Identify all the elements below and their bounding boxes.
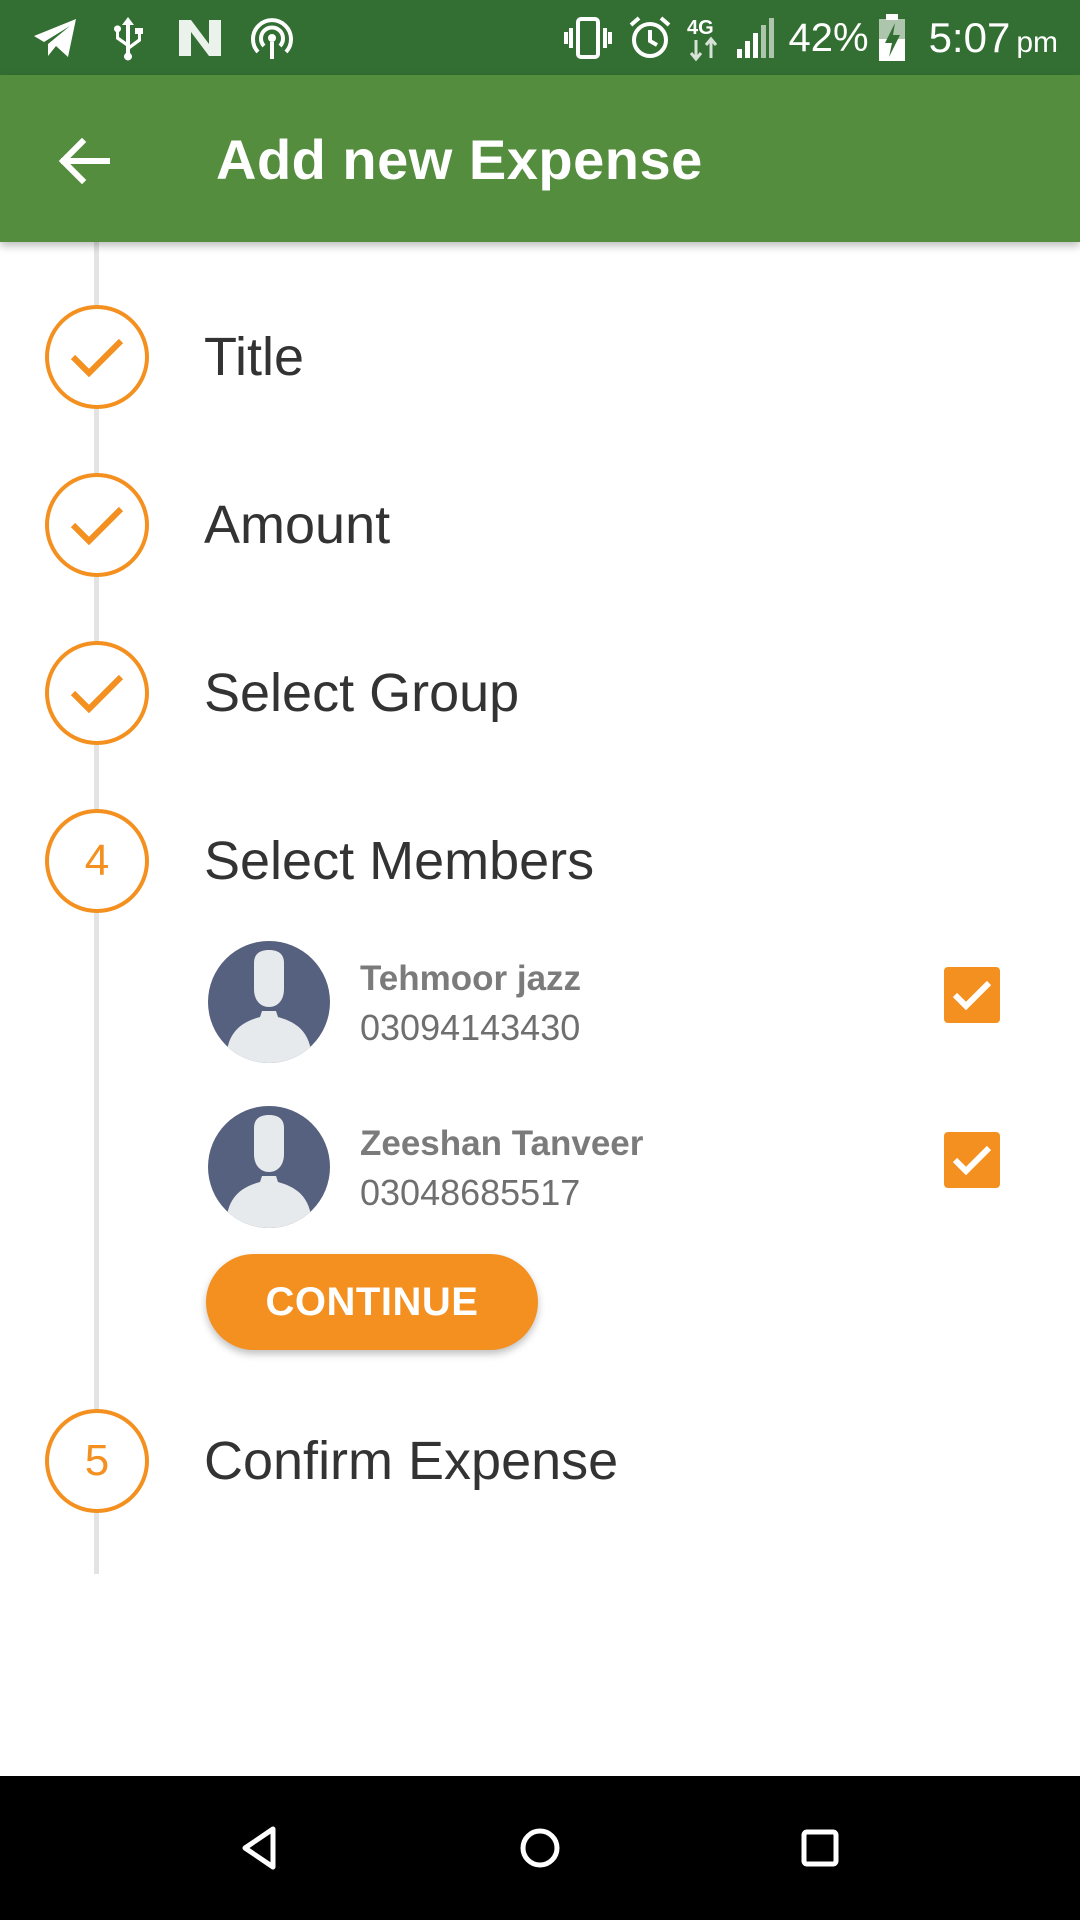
4g-icon: 4G (687, 12, 721, 64)
check-icon (952, 980, 992, 1011)
step-label: Select Group (204, 663, 520, 723)
system-nav-bar (0, 1776, 1080, 1920)
nav-back-button[interactable] (224, 1812, 296, 1884)
step-complete-indicator (45, 641, 149, 745)
home-circle-icon (520, 1828, 560, 1868)
step-confirm-expense[interactable]: 5 Confirm Expense (0, 1406, 1080, 1516)
app-bar: Add new Expense (0, 75, 1080, 242)
clock-ampm: pm (1016, 26, 1058, 59)
clock-time: 5:07 (928, 14, 1011, 61)
status-bar: 4G 42% 5:07 pm (0, 0, 1080, 75)
member-name: Zeeshan Tanveer (360, 1124, 644, 1163)
continue-button[interactable]: CONTINUE (206, 1254, 538, 1350)
member-phone: 03048685517 (360, 1172, 581, 1213)
back-triangle-icon (242, 1826, 276, 1870)
alarm-icon (627, 12, 673, 64)
battery-charging-icon (877, 12, 907, 64)
member-checkbox[interactable] (944, 967, 1000, 1023)
check-icon (70, 506, 124, 546)
person-icon (226, 1115, 312, 1228)
step-label: Confirm Expense (204, 1431, 619, 1491)
usb-icon (102, 12, 154, 64)
member-phone: 03094143430 (360, 1007, 581, 1048)
check-icon (952, 1145, 992, 1176)
step-number: 4 (45, 809, 149, 913)
member-name: Tehmoor jazz (360, 959, 582, 998)
member-row[interactable]: Tehmoor jazz 03094143430 (0, 941, 1080, 1067)
svg-text:4G: 4G (687, 17, 714, 39)
step-label: Select Members (204, 831, 595, 891)
nav-recents-button[interactable] (784, 1812, 856, 1884)
vibrate-icon (563, 12, 613, 64)
status-right-icons: 4G 42% 5:07 pm (563, 8, 1058, 68)
status-left-icons (30, 12, 318, 64)
member-row[interactable]: Zeeshan Tanveer 03048685517 (0, 1106, 1080, 1232)
step-label: Title (204, 327, 305, 387)
person-icon (226, 950, 312, 1063)
step-label: Amount (204, 495, 391, 555)
recents-square-icon (801, 1829, 839, 1867)
avatar (208, 941, 330, 1063)
signal-icon (735, 12, 775, 64)
nav-home-button[interactable] (504, 1812, 576, 1884)
telegram-icon (30, 12, 82, 64)
back-button[interactable] (48, 125, 120, 197)
nfc-icon (174, 12, 226, 64)
arrow-back-icon (58, 138, 110, 184)
avatar (208, 1106, 330, 1228)
step-select-group[interactable]: Select Group (0, 638, 1080, 748)
step-amount[interactable]: Amount (0, 470, 1080, 580)
battery-percent: 42% (788, 15, 869, 60)
check-icon (70, 674, 124, 714)
step-number: 5 (45, 1409, 149, 1513)
step-complete-indicator (45, 305, 149, 409)
step-complete-indicator (45, 473, 149, 577)
hotspot-icon (246, 12, 298, 64)
page-title: Add new Expense (216, 128, 703, 191)
check-icon (70, 338, 124, 378)
member-checkbox[interactable] (944, 1132, 1000, 1188)
step-select-members[interactable]: 4 Select Members (0, 806, 1080, 916)
step-title[interactable]: Title (0, 302, 1080, 412)
